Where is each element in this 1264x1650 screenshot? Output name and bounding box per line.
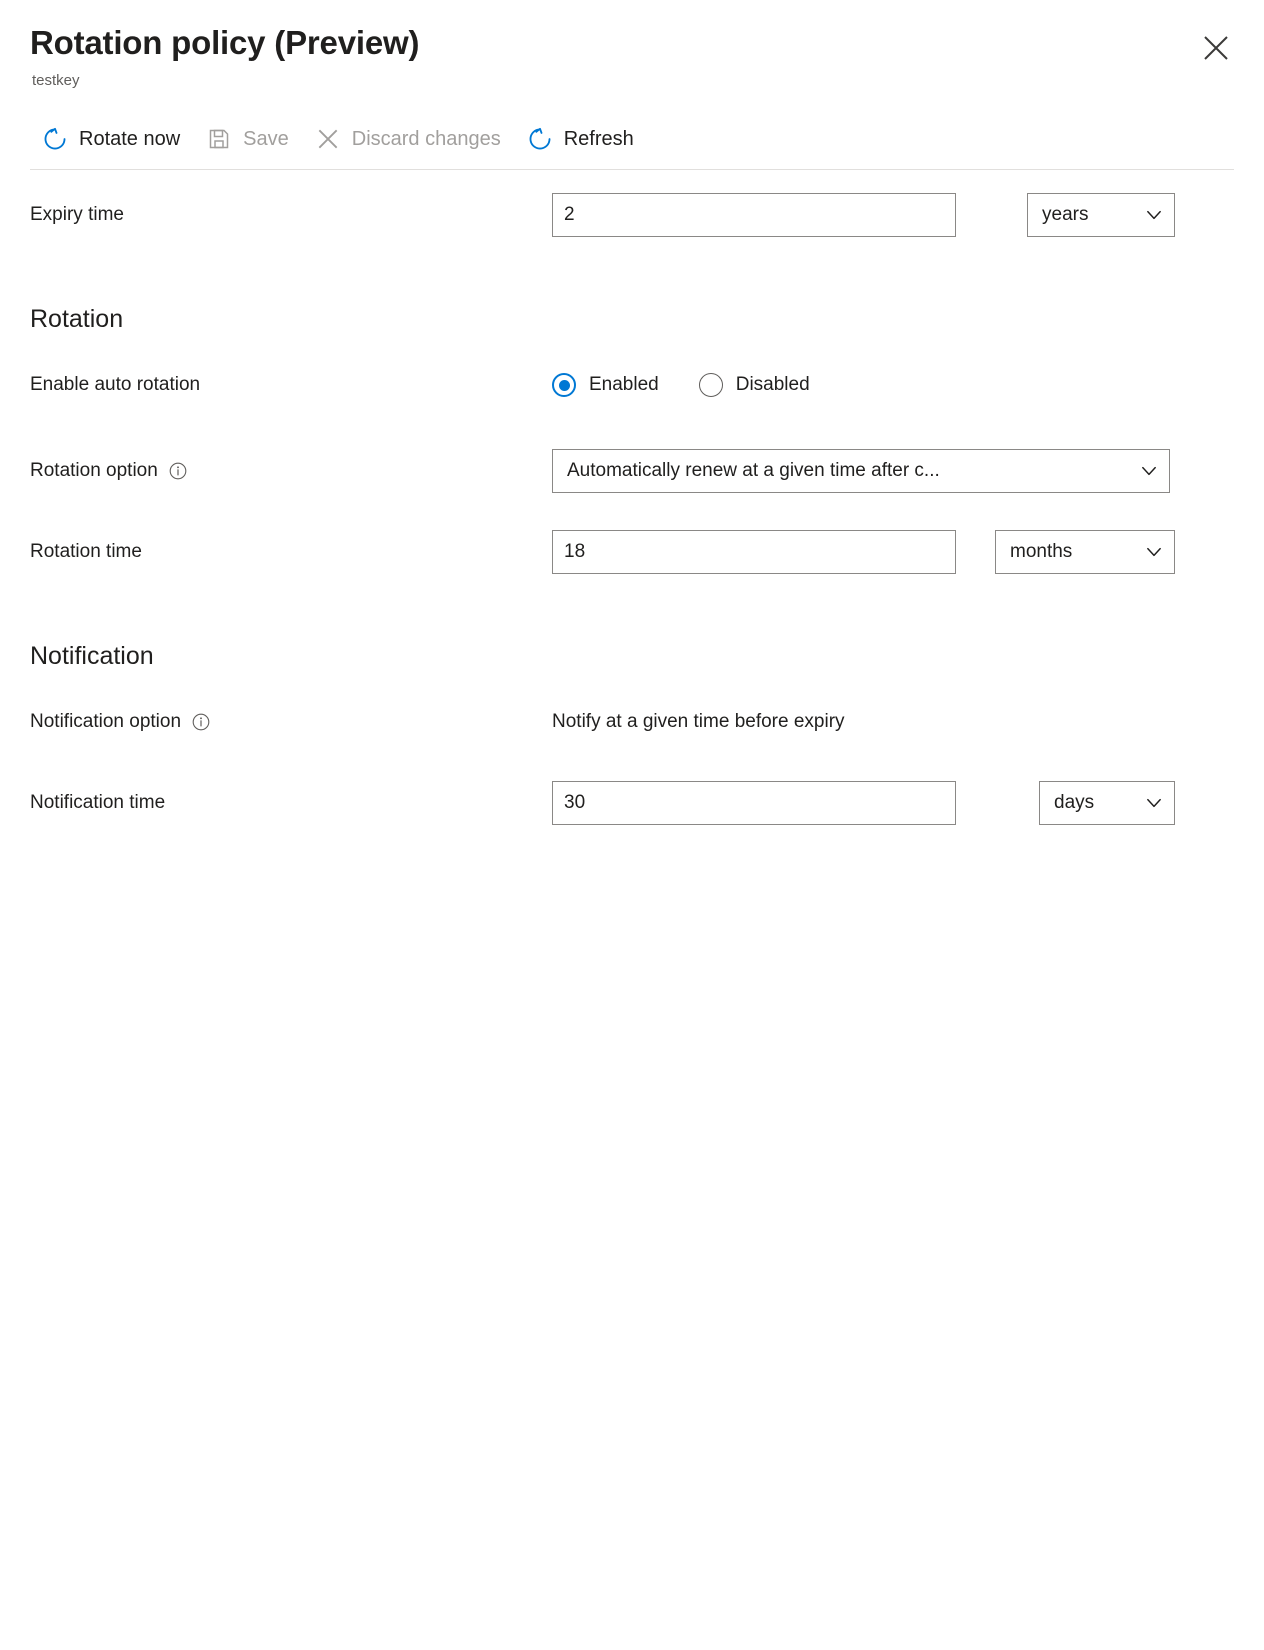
enable-auto-rotation-label-wrap: Enable auto rotation (30, 372, 552, 398)
discard-changes-label: Discard changes (352, 128, 501, 151)
notification-time-field: days (552, 781, 1234, 825)
rotation-policy-blade: Rotation policy (Preview) testkey Rotate… (0, 0, 1264, 1650)
enable-auto-rotation-label: Enable auto rotation (30, 372, 200, 398)
rotation-time-unit-value: months (1010, 541, 1072, 563)
radio-enabled[interactable]: Enabled (552, 373, 659, 397)
radio-disabled[interactable]: Disabled (699, 373, 810, 397)
close-x-icon (315, 126, 341, 152)
notification-option-row: Notification option Notify at a given ti… (30, 700, 1234, 744)
enable-auto-rotation-field: Enabled Disabled (552, 373, 1234, 397)
chevron-down-icon (1145, 543, 1163, 561)
rotation-section-row: Rotation (30, 297, 1234, 341)
expiry-time-label-wrap: Expiry time (30, 202, 552, 228)
notification-option-value: Notify at a given time before expiry (552, 709, 845, 735)
rotate-now-label: Rotate now (79, 128, 180, 151)
notification-time-unit-value: days (1054, 792, 1094, 814)
refresh-icon (527, 126, 553, 152)
expiry-time-input[interactable] (552, 193, 956, 237)
rotation-option-label: Rotation option (30, 458, 158, 484)
rotation-option-row: Rotation option Automatically renew at a… (30, 449, 1234, 493)
save-label: Save (243, 128, 289, 151)
rotation-time-unit-dropdown[interactable]: months (995, 530, 1175, 574)
blade-header: Rotation policy (Preview) testkey (0, 0, 1264, 92)
notification-section-row: Notification (30, 634, 1234, 678)
notification-time-row: Notification time days (30, 781, 1234, 825)
info-icon[interactable] (191, 712, 211, 732)
enable-auto-rotation-row: Enable auto rotation Enabled Disabled (30, 363, 1234, 407)
chevron-down-icon (1145, 794, 1163, 812)
rotation-time-label-wrap: Rotation time (30, 539, 552, 565)
radio-disabled-label: Disabled (736, 374, 810, 396)
save-button[interactable]: Save (194, 117, 303, 161)
toolbar-divider (30, 169, 1234, 170)
enable-auto-rotation-radio-group: Enabled Disabled (552, 373, 810, 397)
notification-time-label-wrap: Notification time (30, 790, 552, 816)
rotation-option-label-wrap: Rotation option (30, 458, 552, 484)
rotation-time-input[interactable] (552, 530, 956, 574)
notification-time-label: Notification time (30, 790, 165, 816)
save-icon (206, 126, 232, 152)
rotate-icon (42, 126, 68, 152)
notification-time-unit-dropdown[interactable]: days (1039, 781, 1175, 825)
discard-changes-button[interactable]: Discard changes (303, 117, 515, 161)
expiry-time-unit-value: years (1042, 204, 1088, 226)
radio-enabled-label: Enabled (589, 374, 659, 396)
rotation-time-label: Rotation time (30, 539, 142, 565)
rotation-option-field: Automatically renew at a given time afte… (552, 449, 1234, 493)
expiry-time-row: Expiry time years (30, 193, 1234, 237)
rotation-option-value: Automatically renew at a given time afte… (567, 460, 940, 482)
notification-option-label-wrap: Notification option (30, 709, 552, 735)
page-subtitle: testkey (32, 70, 1234, 92)
command-bar: Rotate now Save Discard changes (0, 114, 1264, 164)
expiry-time-label: Expiry time (30, 202, 124, 228)
refresh-button[interactable]: Refresh (515, 117, 648, 161)
rotate-now-button[interactable]: Rotate now (30, 117, 194, 161)
notification-option-field: Notify at a given time before expiry (552, 709, 1234, 735)
rotation-time-field: months (552, 530, 1234, 574)
notification-time-input[interactable] (552, 781, 956, 825)
page-title: Rotation policy (Preview) (30, 22, 1234, 64)
info-icon[interactable] (168, 461, 188, 481)
refresh-label: Refresh (564, 128, 634, 151)
notification-section-heading: Notification (30, 640, 154, 672)
close-button[interactable] (1196, 28, 1236, 68)
rotation-section-heading: Rotation (30, 303, 123, 335)
expiry-time-unit-dropdown[interactable]: years (1027, 193, 1175, 237)
rotation-policy-form: Expiry time years Rotation (0, 193, 1264, 825)
rotation-time-row: Rotation time months (30, 530, 1234, 574)
radio-enabled-mark (552, 373, 576, 397)
rotation-option-dropdown[interactable]: Automatically renew at a given time afte… (552, 449, 1170, 493)
expiry-time-field: years (552, 193, 1234, 237)
chevron-down-icon (1140, 462, 1158, 480)
notification-option-label: Notification option (30, 709, 181, 735)
close-icon (1201, 33, 1231, 63)
chevron-down-icon (1145, 206, 1163, 224)
radio-disabled-mark (699, 373, 723, 397)
